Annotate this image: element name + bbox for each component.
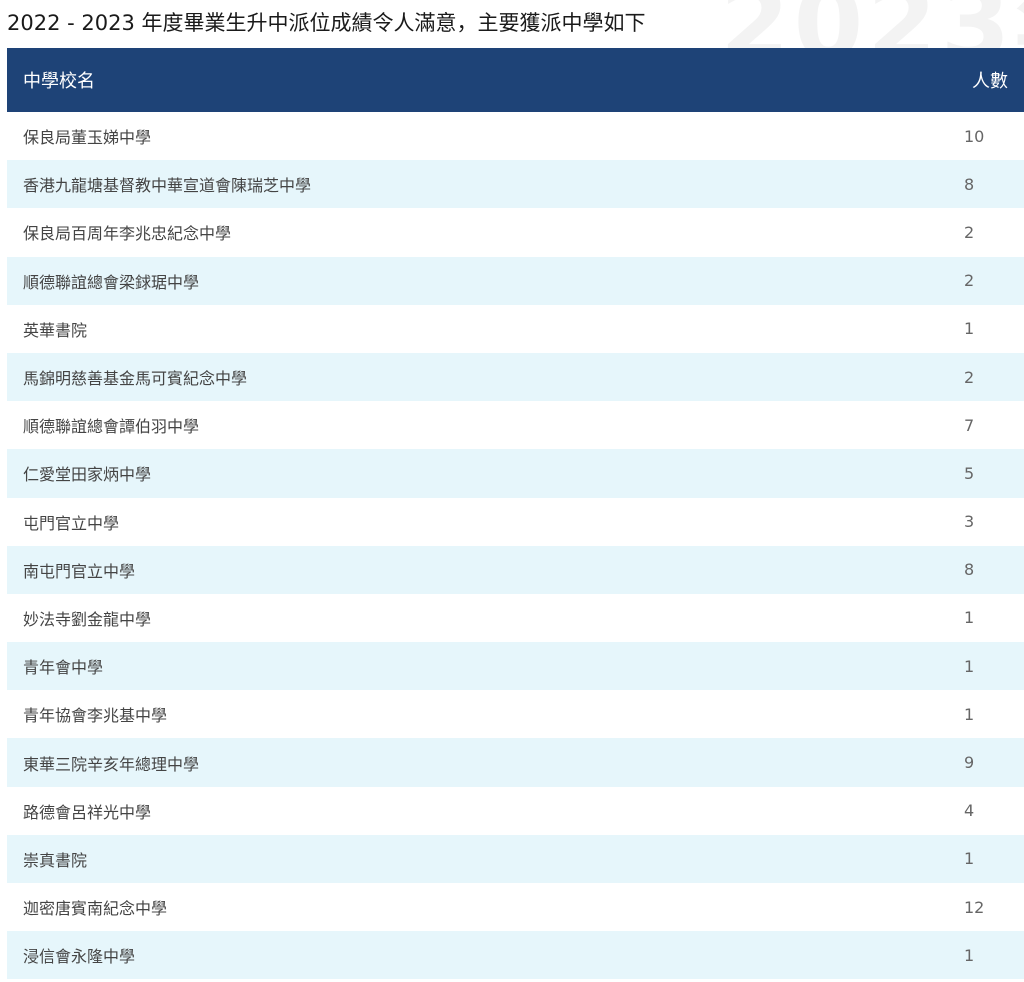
- school-name: 英華書院: [23, 320, 88, 340]
- student-count: 8: [964, 174, 975, 194]
- school-name: 青年協會李兆基中學: [23, 706, 168, 726]
- table-row: 仁愛堂田家炳中學 5: [7, 449, 1024, 498]
- school-name: 順德聯誼總會譚伯羽中學: [23, 417, 200, 437]
- table-row: 東華三院辛亥年總理中學 9: [7, 738, 1024, 787]
- table-row: 保良局百周年李兆忠紀念中學 2: [7, 208, 1024, 256]
- student-count: 12: [964, 897, 985, 917]
- student-count: 2: [964, 222, 975, 242]
- table-row: 青年會中學 1: [7, 642, 1024, 691]
- student-count: 2: [964, 271, 975, 291]
- student-count: 1: [964, 849, 975, 869]
- student-count: 2: [964, 367, 975, 387]
- table-row: 順德聯誼總會譚伯羽中學 7: [7, 401, 1024, 449]
- school-name: 路德會呂祥光中學: [23, 802, 152, 822]
- school-name: 香港九龍塘基督教中華宣道會陳瑞芝中學: [23, 176, 312, 196]
- school-name: 青年會中學: [23, 658, 104, 678]
- student-count: 8: [964, 560, 975, 580]
- student-count: 1: [964, 945, 975, 965]
- school-name: 順德聯誼總會梁銶琚中學: [23, 272, 200, 292]
- school-name: 馬錦明慈善基金馬可賓紀念中學: [23, 369, 248, 389]
- school-name: 保良局董玉娣中學: [23, 128, 152, 148]
- student-count: 5: [964, 463, 975, 483]
- table-header-row: 中學校名 人數: [7, 48, 1024, 112]
- table-row: 南屯門官立中學 8: [7, 545, 1024, 594]
- student-count: 1: [964, 704, 975, 724]
- table-row: 浸信會永隆中學 1: [7, 931, 1024, 980]
- column-header-count: 人數: [972, 71, 1008, 92]
- school-name: 屯門官立中學: [23, 513, 120, 533]
- table-row: 妙法寺劉金龍中學 1: [7, 594, 1024, 642]
- school-name: 保良局百周年李兆忠紀念中學: [23, 224, 232, 244]
- school-name: 仁愛堂田家炳中學: [23, 465, 152, 485]
- table-row: 崇真書院 1: [7, 834, 1024, 883]
- table-row: 路德會呂祥光中學 4: [7, 787, 1024, 835]
- table-row: 迦密唐賓南紀念中學 12: [7, 883, 1024, 931]
- page: 2023年度畢業 2022 - 2023 年度畢業生升中派位成績令人滿意，主要獲…: [0, 0, 1024, 982]
- school-name: 東華三院辛亥年總理中學: [23, 754, 200, 774]
- table-row: 順德聯誼總會梁銶琚中學 2: [7, 256, 1024, 305]
- table-row: 青年協會李兆基中學 1: [7, 690, 1024, 738]
- school-name: 迦密唐賓南紀念中學: [23, 899, 168, 919]
- table-row: 馬錦明慈善基金馬可賓紀念中學 2: [7, 352, 1024, 402]
- student-count: 9: [964, 753, 975, 773]
- student-count: 4: [964, 801, 975, 821]
- school-name: 浸信會永隆中學: [23, 947, 136, 967]
- table-row: 香港九龍塘基督教中華宣道會陳瑞芝中學 8: [7, 160, 1024, 209]
- student-count: 10: [964, 126, 985, 146]
- student-count: 3: [964, 512, 975, 532]
- student-count: 1: [964, 319, 975, 339]
- column-header-school: 中學校名: [23, 71, 95, 92]
- school-allocation-table: 中學校名 人數 保良局董玉娣中學 10 香港九龍塘基督教中華宣道會陳瑞芝中學 8 保…: [7, 48, 1024, 980]
- school-name: 南屯門官立中學: [23, 561, 136, 581]
- table-row: 英華書院 1: [7, 305, 1024, 353]
- student-count: 7: [964, 415, 975, 435]
- page-heading: 2022 - 2023 年度畢業生升中派位成績令人滿意，主要獲派中學如下: [7, 11, 646, 35]
- table-row: 屯門官立中學 3: [7, 498, 1024, 546]
- school-name: 崇真書院: [23, 850, 88, 870]
- student-count: 1: [964, 608, 975, 628]
- table-row: 保良局董玉娣中學 10: [7, 112, 1024, 160]
- school-name: 妙法寺劉金龍中學: [23, 609, 152, 629]
- student-count: 1: [964, 656, 975, 676]
